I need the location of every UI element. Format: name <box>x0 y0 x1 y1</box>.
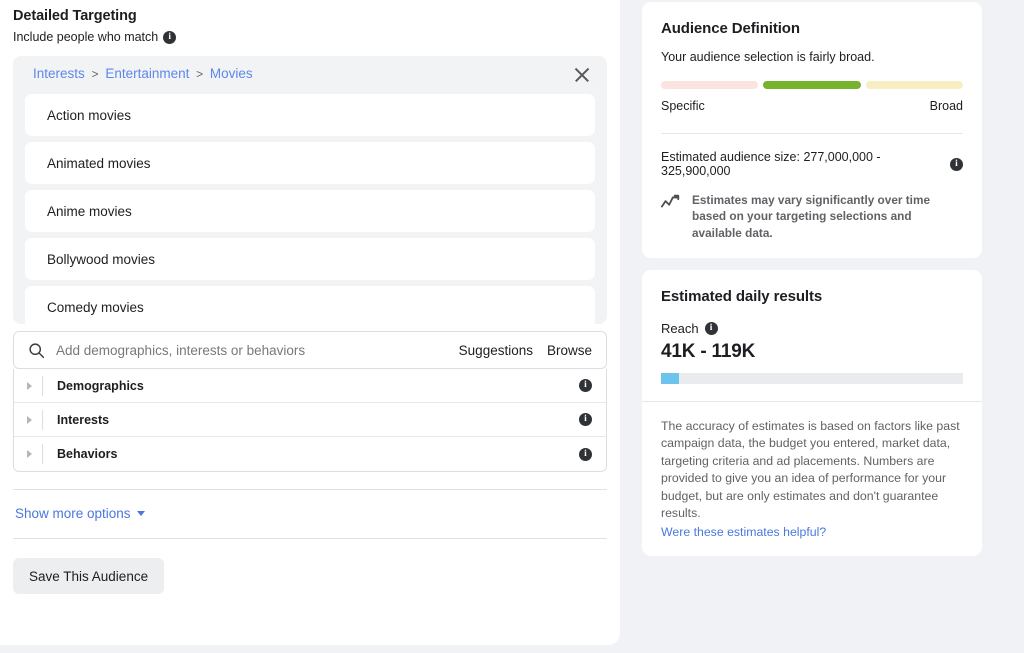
breadcrumb-separator: > <box>92 67 99 81</box>
info-icon[interactable]: i <box>705 322 718 335</box>
show-more-options-button[interactable]: Show more options <box>15 506 145 521</box>
chevron-right-icon <box>27 416 32 424</box>
info-icon[interactable]: i <box>579 413 592 426</box>
reach-label-row: Reach i <box>661 321 963 336</box>
breadcrumb-separator: > <box>196 67 203 81</box>
daily-results-title: Estimated daily results <box>661 288 963 305</box>
suggestions-button[interactable]: Suggestions <box>459 343 533 358</box>
list-item[interactable]: Anime movies <box>25 190 595 232</box>
chevron-down-icon <box>137 511 145 516</box>
search-icon <box>28 342 45 359</box>
breadcrumb-item-movies[interactable]: Movies <box>210 66 253 81</box>
gauge-segment-active <box>763 81 860 89</box>
reach-progress-bar <box>661 373 963 384</box>
accordion-row-behaviors[interactable]: Behaviors i <box>14 437 606 471</box>
divider <box>42 376 43 396</box>
list-item[interactable]: Bollywood movies <box>25 238 595 280</box>
info-icon[interactable]: i <box>163 31 176 44</box>
breadcrumb: Interests > Entertainment > Movies <box>33 66 253 81</box>
gauge-segment-specific <box>661 81 758 89</box>
gauge-labels: Specific Broad <box>661 99 963 113</box>
accordion-label: Behaviors <box>57 447 579 461</box>
accordion-label: Interests <box>57 413 579 427</box>
estimates-note-row: Estimates may vary significantly over ti… <box>661 192 963 241</box>
divider <box>642 401 982 402</box>
audience-breadth-gauge <box>661 81 963 89</box>
chevron-right-icon <box>27 450 32 458</box>
info-icon[interactable]: i <box>579 379 592 392</box>
audience-definition-subtitle: Your audience selection is fairly broad. <box>661 50 963 64</box>
estimated-audience-size-label: Estimated audience size: 277,000,000 - 3… <box>661 150 944 178</box>
divider <box>661 133 963 134</box>
info-icon[interactable]: i <box>950 158 963 171</box>
divider <box>13 489 607 490</box>
reach-label: Reach <box>661 321 699 336</box>
screen-root: Detailed Targeting Include people who ma… <box>0 0 1024 653</box>
estimated-daily-results-card: Estimated daily results Reach i 41K - 11… <box>642 270 982 556</box>
search-input[interactable] <box>56 343 445 358</box>
accuracy-disclaimer: The accuracy of estimates is based on fa… <box>661 418 963 523</box>
trend-line-icon <box>661 194 681 210</box>
list-item[interactable]: Comedy movies <box>25 286 595 324</box>
breadcrumb-item-interests[interactable]: Interests <box>33 66 85 81</box>
divider <box>42 410 43 430</box>
include-people-row: Include people who match i <box>13 30 607 44</box>
reach-value: 41K - 119K <box>661 341 963 363</box>
audience-definition-title: Audience Definition <box>661 20 963 37</box>
accordion-row-demographics[interactable]: Demographics i <box>14 369 606 403</box>
close-icon[interactable] <box>571 64 593 86</box>
list-item[interactable]: Action movies <box>25 94 595 136</box>
show-more-options-label: Show more options <box>15 506 131 521</box>
breadcrumb-item-entertainment[interactable]: Entertainment <box>105 66 189 81</box>
gauge-segment-broad <box>866 81 963 89</box>
estimates-column: Audience Definition Your audience select… <box>620 0 1004 556</box>
list-item[interactable]: Animated movies <box>25 142 595 184</box>
reach-progress-fill <box>661 373 679 384</box>
targeting-option-list: Action movies Animated movies Anime movi… <box>25 94 595 324</box>
browse-button[interactable]: Browse <box>547 343 592 358</box>
selections-panel: Interests > Entertainment > Movies Actio… <box>13 56 607 324</box>
include-people-label: Include people who match <box>13 30 158 44</box>
page-title: Detailed Targeting <box>13 8 607 24</box>
audience-definition-card: Audience Definition Your audience select… <box>642 2 982 258</box>
detailed-targeting-panel: Detailed Targeting Include people who ma… <box>0 0 620 645</box>
gauge-label-specific: Specific <box>661 99 705 113</box>
accordion-row-interests[interactable]: Interests i <box>14 403 606 437</box>
save-audience-button[interactable]: Save This Audience <box>13 558 164 594</box>
browse-accordion: Demographics i Interests i Behaviors i <box>13 369 607 472</box>
search-row[interactable]: Suggestions Browse <box>13 331 607 369</box>
estimated-audience-size-row: Estimated audience size: 277,000,000 - 3… <box>661 150 963 178</box>
estimates-note-text: Estimates may vary significantly over ti… <box>692 192 963 241</box>
chevron-right-icon <box>27 382 32 390</box>
divider <box>42 444 43 464</box>
divider <box>13 538 607 539</box>
breadcrumb-row: Interests > Entertainment > Movies <box>25 66 595 94</box>
gauge-label-broad: Broad <box>930 99 963 113</box>
accordion-label: Demographics <box>57 379 579 393</box>
info-icon[interactable]: i <box>579 448 592 461</box>
estimates-helpful-link[interactable]: Were these estimates helpful? <box>661 525 963 539</box>
